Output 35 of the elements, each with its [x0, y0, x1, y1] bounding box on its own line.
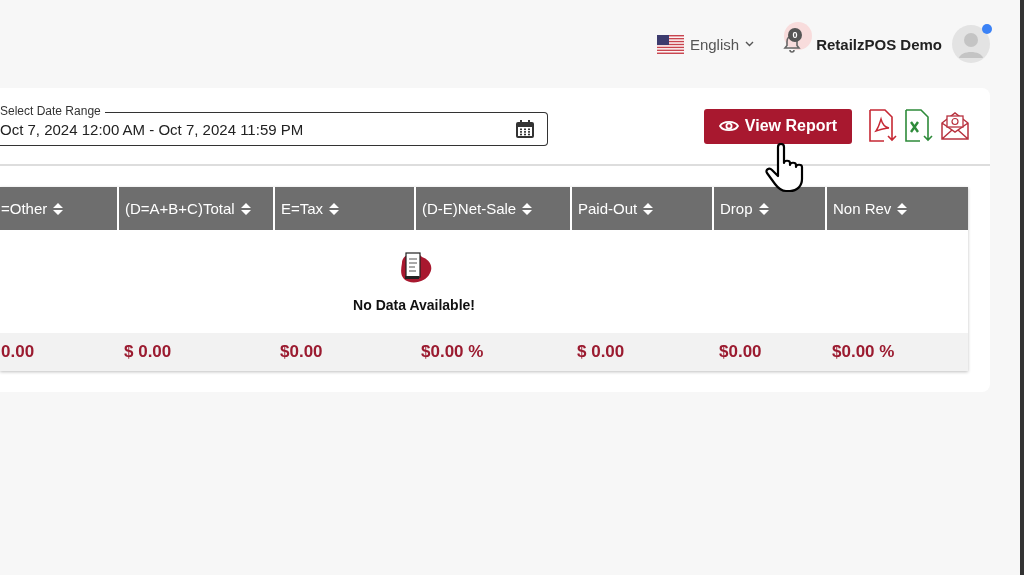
column-header[interactable]: =Other — [0, 187, 118, 230]
column-header[interactable]: E=Tax — [274, 187, 415, 230]
sort-icon — [53, 202, 64, 215]
avatar-icon[interactable] — [952, 25, 990, 63]
total-cell: $0.00 % — [415, 333, 571, 371]
sort-icon — [522, 202, 533, 215]
total-cell: $0.00 % — [826, 333, 968, 371]
excel-download-icon[interactable] — [904, 109, 934, 143]
user-name: RetailzPOS Demo — [816, 35, 942, 53]
language-label: English — [689, 35, 740, 53]
view-report-button[interactable]: View Report — [703, 108, 852, 144]
flag-icon — [656, 34, 684, 54]
sort-icon — [329, 202, 340, 215]
email-icon[interactable] — [940, 111, 970, 141]
column-header[interactable]: Drop — [713, 187, 826, 230]
column-header[interactable]: Non Rev — [826, 187, 968, 230]
sort-icon — [643, 202, 654, 215]
calendar-icon[interactable] — [515, 119, 535, 139]
sort-icon — [758, 202, 769, 215]
language-selector[interactable]: English — [656, 34, 755, 54]
column-header[interactable]: (D-E)Net-Sale — [415, 187, 571, 230]
sort-icon — [897, 202, 908, 215]
column-header[interactable]: Paid-Out — [571, 187, 713, 230]
pdf-download-icon[interactable] — [868, 109, 898, 143]
column-header[interactable]: (D=A+B+C)Total — [118, 187, 274, 230]
empty-state-message: No Data Available! — [353, 297, 475, 313]
total-cell: $ 0.00 — [118, 333, 274, 371]
field-label: Select Date Range — [0, 104, 105, 118]
total-cell: $0.00 — [713, 333, 826, 371]
total-cell: $0.00 — [274, 333, 415, 371]
total-cell: 0.00 — [0, 333, 118, 371]
chevron-down-icon — [745, 41, 755, 47]
total-cell: $ 0.00 — [571, 333, 713, 371]
sort-icon — [240, 202, 251, 215]
eye-icon — [718, 119, 739, 133]
